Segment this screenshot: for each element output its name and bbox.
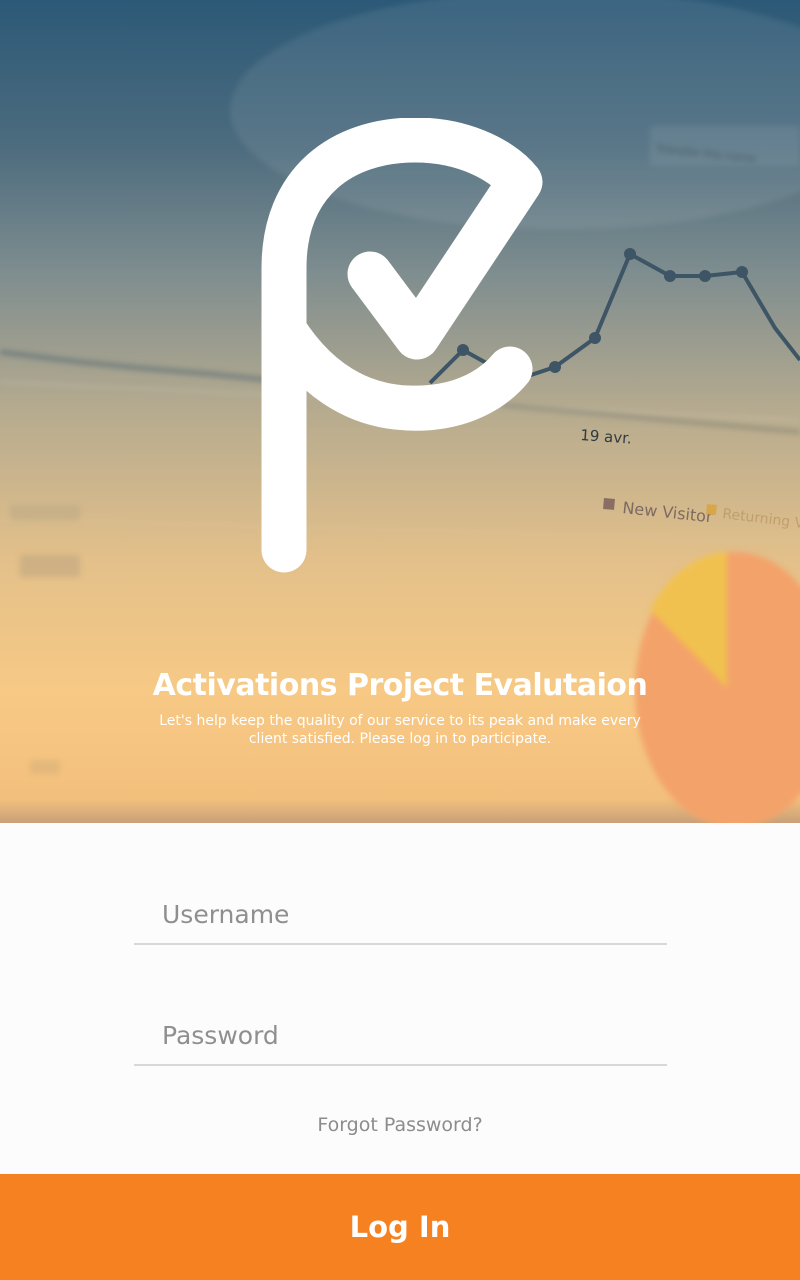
password-field <box>134 1006 667 1066</box>
app-subtitle: Let's help keep the quality of our servi… <box>159 713 641 747</box>
background-date-label: 19 avr. <box>580 426 633 448</box>
pe-checkmark-logo <box>261 118 543 573</box>
background-legend-returning-visitor: Returning Visitor <box>722 506 800 536</box>
login-form: Forgot Password? <box>0 823 800 1174</box>
app-title: Activations Project Evalutaion <box>152 668 648 703</box>
hero-banner: Transfer the name 19 avr. New Visitor Re… <box>0 0 800 823</box>
forgot-password-link[interactable]: Forgot Password? <box>0 1114 800 1136</box>
background-legend-new-visitor: New Visitor <box>622 498 714 526</box>
password-input[interactable] <box>134 1006 667 1064</box>
login-button[interactable]: Log In <box>0 1174 800 1280</box>
username-field <box>134 885 667 945</box>
username-input[interactable] <box>134 885 667 943</box>
